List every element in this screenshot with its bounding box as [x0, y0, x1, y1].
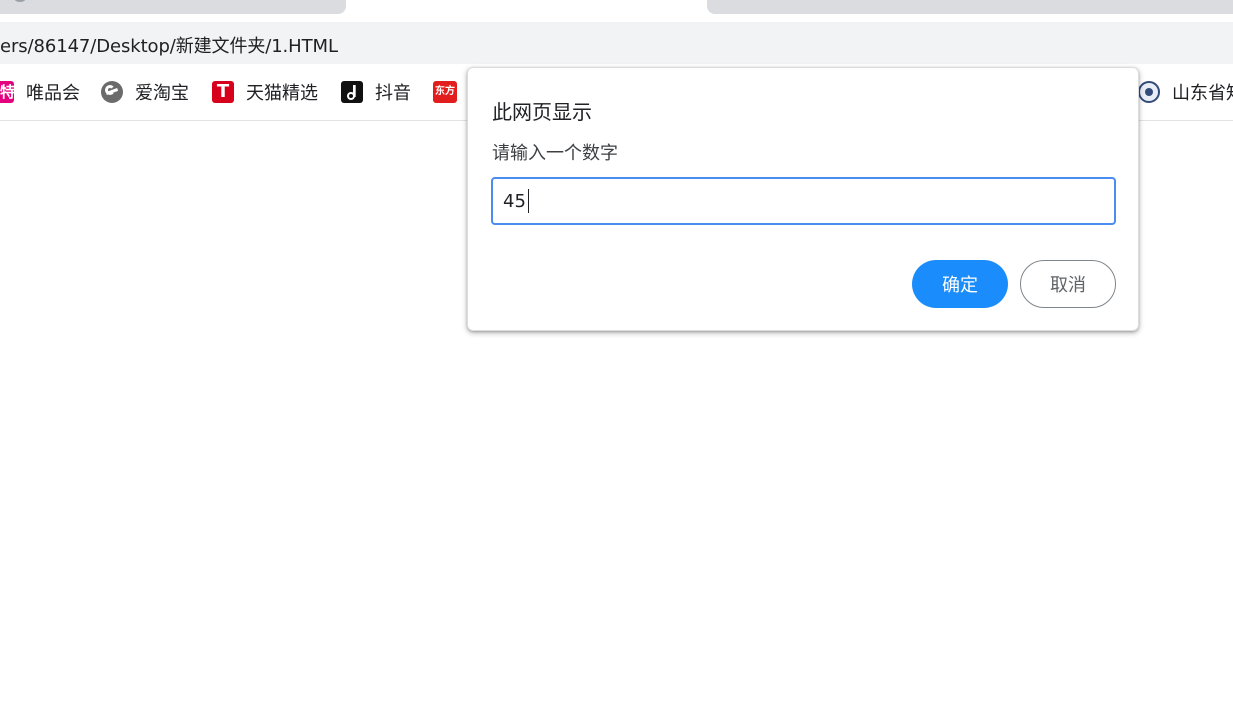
- dialog-message: 请输入一个数字: [492, 143, 618, 164]
- prompt-dialog: 此网页显示 请输入一个数字 45 确定 取消: [467, 67, 1139, 331]
- cancel-button[interactable]: 取消: [1020, 260, 1116, 308]
- tab-inactive-left[interactable]: [0, 0, 346, 14]
- prompt-input[interactable]: 45: [491, 177, 1116, 225]
- bookmark-tmall[interactable]: T 天猫精选: [212, 80, 318, 104]
- bookmark-label: 抖音: [375, 83, 411, 104]
- bookmark-vipshop[interactable]: 特 唯品会: [0, 80, 80, 104]
- dongfang-icon: 东方: [433, 81, 457, 103]
- prompt-input-value: 45: [503, 190, 526, 212]
- bookmark-douyin[interactable]: 抖音: [341, 80, 411, 104]
- douyin-icon: [341, 81, 363, 103]
- bookmark-label: 唯品会: [26, 83, 80, 104]
- url-text[interactable]: ers/86147/Desktop/新建文件夹/1.HTML: [0, 32, 338, 58]
- ok-button[interactable]: 确定: [912, 260, 1008, 308]
- text-caret: [527, 189, 529, 213]
- bookmark-aitaobao[interactable]: 爱淘宝: [101, 80, 189, 104]
- shandong-icon: [1138, 81, 1160, 103]
- tab-inactive-right[interactable]: [707, 0, 1233, 14]
- aitaobao-icon: [101, 81, 123, 103]
- vipshop-icon: 特: [0, 81, 14, 103]
- bookmark-label: 山东省知: [1172, 83, 1233, 104]
- tmall-icon: T: [212, 81, 234, 103]
- tab-favicon-icon: [14, 0, 26, 2]
- bookmark-shandong[interactable]: 山东省知: [1138, 80, 1233, 104]
- address-bar[interactable]: ers/86147/Desktop/新建文件夹/1.HTML: [0, 22, 1233, 64]
- bookmark-label: 天猫精选: [246, 83, 318, 104]
- tab-strip: [0, 0, 1233, 22]
- bookmark-dongfang[interactable]: 东方: [433, 80, 457, 104]
- bookmark-label: 爱淘宝: [135, 83, 189, 104]
- dialog-title: 此网页显示: [492, 100, 592, 124]
